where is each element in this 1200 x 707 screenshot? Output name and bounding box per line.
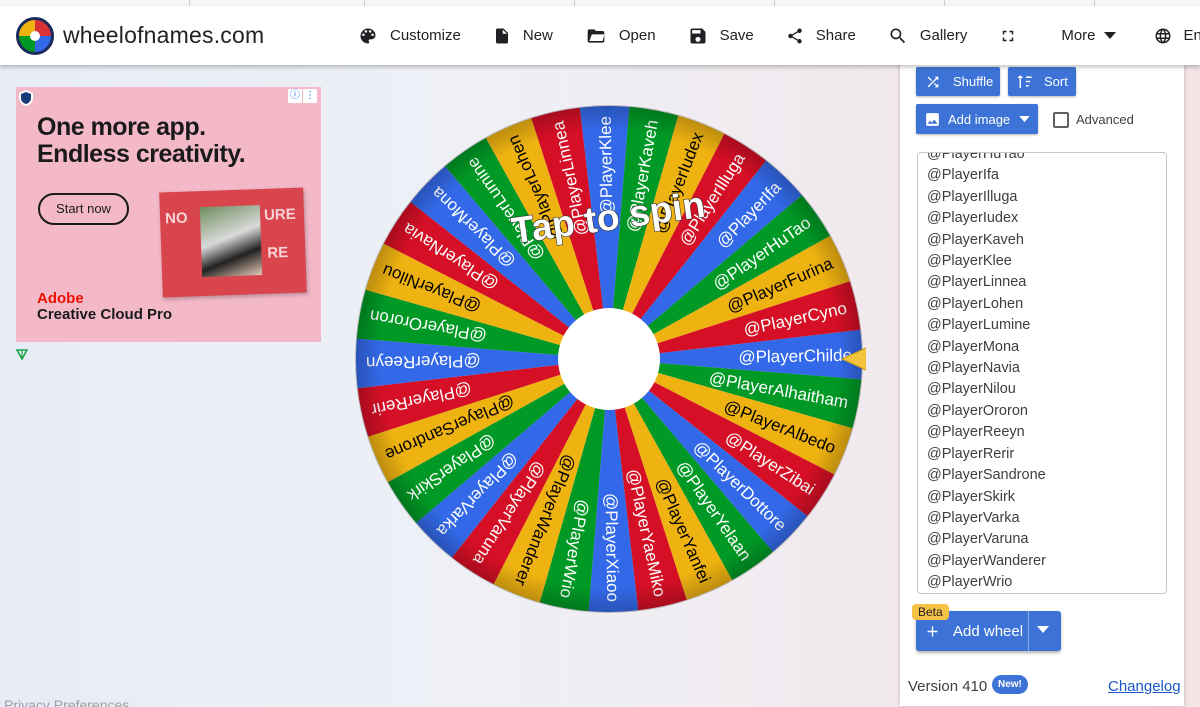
nav-customize[interactable]: Customize [358,26,461,46]
advertisement[interactable]: ⓘ ⋮ One more app. Endless creativity. Sta… [16,87,321,342]
changelog-link[interactable]: Changelog [1108,678,1181,695]
ad-info-icon[interactable]: ⓘ [288,89,302,103]
share-icon [788,27,802,43]
nav-share-label: Share [815,27,856,44]
add-wheel-dropdown-icon[interactable] [1037,626,1049,634]
ad-photo [199,205,263,278]
wheel[interactable]: @PlayerChilde@PlayerAlhaitham@PlayerAlbe… [352,102,866,616]
ad-menu-icon[interactable]: ⋮ [303,89,317,103]
sort-label: Sort [1044,74,1068,89]
name-entry: @PlayerKaveh [927,231,1024,248]
nav-more[interactable]: More [1061,27,1116,44]
add-image-label: Add image [948,111,1011,127]
wheel-center-hub[interactable] [558,308,660,410]
nav-language[interactable]: English [1154,27,1200,45]
name-entry: @PlayerLinnea [927,274,1027,291]
nav-save[interactable]: Save [688,26,754,46]
ad-brand-line1: Adobe [37,290,84,307]
name-entry: @PlayerIlluga [927,188,1018,205]
add-wheel-divider [1028,611,1029,651]
advanced-label: Advanced [1076,112,1134,127]
nav-open-label: Open [618,27,656,44]
ad-leaf-icon [16,349,28,360]
ad-brand: Adobe Creative Cloud Pro [37,291,172,323]
ad-card-text-right: URE [263,205,297,224]
name-entry: @PlayerOroron [927,402,1028,419]
name-entry: @PlayerHuTao [927,152,1025,162]
nav-new-label: New [522,27,553,44]
nav-fullscreen[interactable] [999,27,1029,45]
ad-product-image: NO URE RE [159,187,307,298]
brand-name: wheelofnames.com [63,22,265,48]
app-header: wheelofnames.com Customize New Open Save… [0,6,1200,65]
shuffle-button[interactable]: Shuffle [916,67,1000,96]
fullscreen-icon [1003,30,1014,41]
names-list: @PlayerHuTao @PlayerIfa @PlayerIlluga @Play… [927,152,1046,593]
name-entry: @PlayerNavia [927,360,1020,377]
side-panel: Shuffle Sort Add image Advanced @PlayerH… [900,60,1184,706]
name-entry: @PlayerVarka [927,509,1020,526]
name-entry: @PlayerIfa [927,167,999,184]
name-entry: @PlayerReeyn [927,424,1025,441]
nav-share[interactable]: Share [786,26,856,46]
name-entry: @PlayerWrio [927,574,1013,591]
ad-cta-button[interactable]: Start now [38,193,129,225]
wheel-svg[interactable]: @PlayerChilde@PlayerAlhaitham@PlayerAlbe… [352,102,866,616]
name-entry: @PlayerLohen [927,295,1024,312]
name-entry: @PlayerKlee [927,253,1012,270]
sort-button[interactable]: Sort [1008,67,1076,96]
nav-language-label: English [1183,27,1200,44]
add-wheel-label: Add wheel [953,622,1024,640]
ad-headline-line2: Endless creativity. [37,140,246,168]
name-entry: @PlayerWanderer [927,552,1046,569]
search-icon [890,28,905,43]
version-text: Version 410 [908,678,988,695]
nav-save-label: Save [719,27,754,44]
name-entry: @PlayerNilou [927,381,1016,398]
name-entry: @PlayerSkirk [927,488,1016,505]
nav-customize-label: Customize [390,27,461,44]
chevron-down-icon [1103,31,1116,39]
ad-info-controls[interactable]: ⓘ ⋮ [287,89,317,103]
shuffle-icon [927,76,939,87]
save-icon [690,28,706,43]
advanced-checkbox[interactable] [1053,112,1069,128]
ad-headline: One more app. Endless creativity. [37,113,246,168]
sort-icon [1017,75,1032,88]
image-icon [926,112,939,126]
ad-brand-line2: Creative Cloud Pro [37,306,173,323]
names-textarea[interactable]: @PlayerHuTao @PlayerIfa @PlayerIlluga @Play… [917,152,1167,594]
main-nav: Customize New Open Save Share Gallery Mo… [358,6,1200,65]
name-entry: @PlayerVaruna [927,531,1029,548]
name-entry: @PlayerLumine [927,317,1031,334]
brand-link[interactable]: wheelofnames.com [16,16,265,55]
nav-new[interactable]: New [493,26,553,46]
nav-gallery[interactable]: Gallery [888,26,968,46]
beta-badge: Beta [912,604,949,620]
file-icon [495,28,508,43]
nav-gallery-label: Gallery [919,27,968,44]
privacy-preferences-link[interactable]: Privacy Preferences [4,697,129,707]
add-image-button[interactable]: Add image [916,104,1038,134]
nav-more-label: More [1061,27,1096,44]
nav-open[interactable]: Open [585,26,656,46]
chevron-down-icon [1019,115,1030,122]
folder-open-icon [587,28,605,43]
ad-card-text-right2: RE [267,244,289,262]
name-entry: @PlayerRerir [927,445,1015,462]
ad-shield-icon [19,90,33,106]
globe-icon [1155,28,1171,43]
logo-icon [16,16,54,55]
plus-icon [927,626,938,636]
shuffle-label: Shuffle [953,74,994,89]
name-entry: @PlayerMona [927,338,1020,355]
palette-icon [360,28,376,43]
new-badge: New! [992,675,1028,694]
name-entry: @PlayerIudex [927,210,1019,227]
ad-card-text-left: NO [164,209,188,228]
ad-headline-line1: One more app. [37,113,206,141]
name-entry: @PlayerSandrone [927,467,1046,484]
